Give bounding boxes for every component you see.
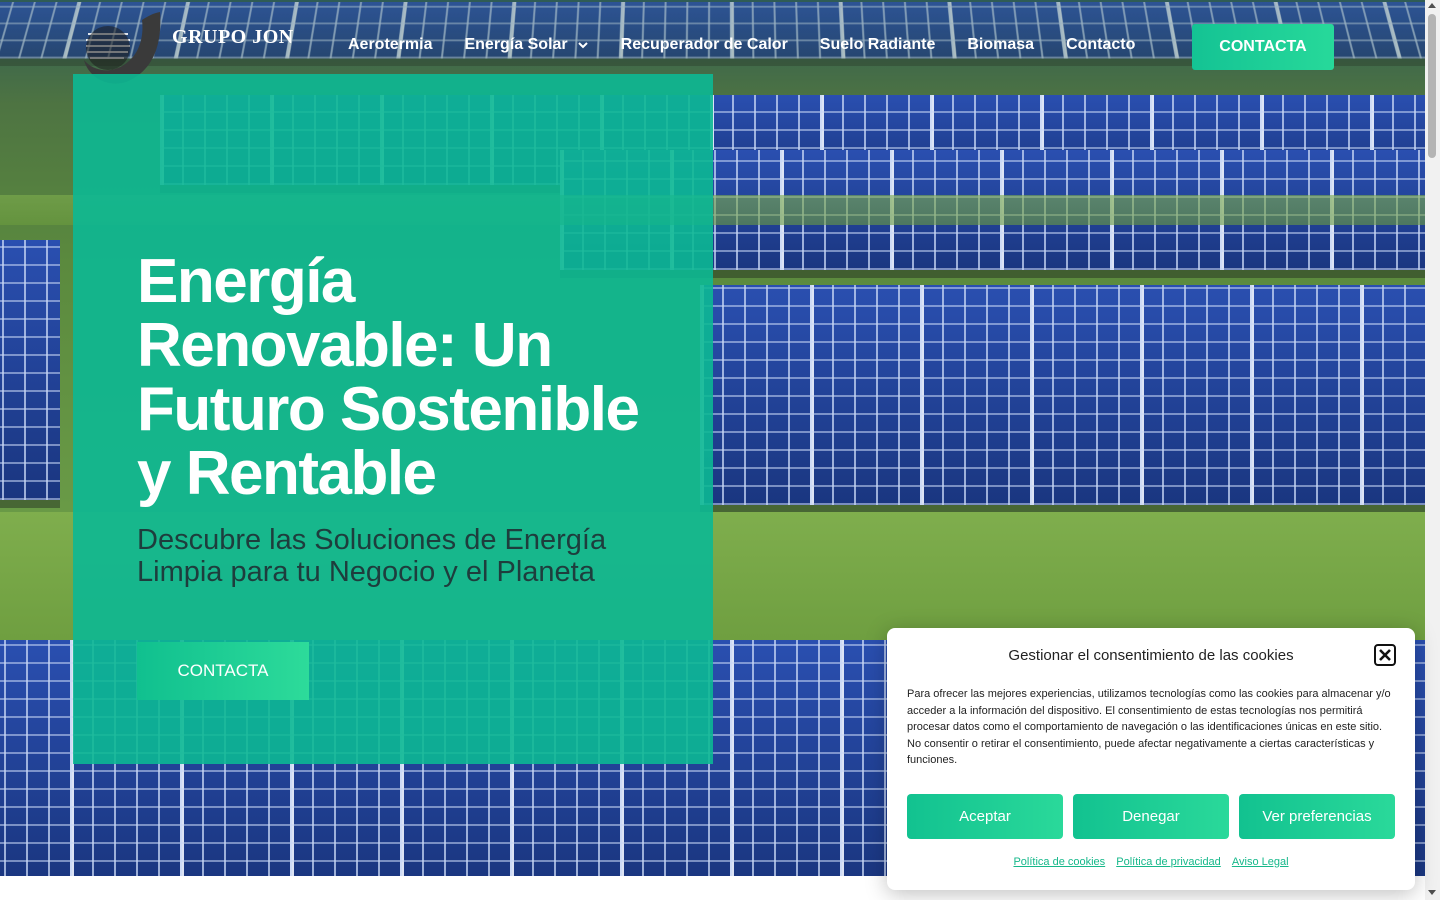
logo-text: GRUPO JON (172, 26, 294, 48)
nav-label: Recuperador de Calor (620, 36, 788, 53)
privacy-policy-link[interactable]: Política de privacidad (1116, 856, 1221, 868)
hero-subtitle: Descubre las Soluciones de Energía Limpi… (137, 524, 607, 588)
header-contacta-button[interactable]: CONTACTA (1192, 24, 1334, 70)
hero-card: Energía Renovable: Un Futuro Sostenible … (73, 74, 713, 764)
close-icon[interactable] (1374, 644, 1396, 666)
scroll-up-arrow-icon[interactable] (1428, 3, 1436, 8)
cookie-dialog-text: Para ofrecer las mejores experiencias, u… (907, 688, 1391, 766)
cookie-dialog-title: Gestionar el consentimiento de las cooki… (1008, 647, 1294, 664)
main-nav: Aerotermia Energía Solar Recuperador de … (348, 36, 1167, 54)
nav-item-contacto[interactable]: Contacto (1066, 36, 1135, 54)
nav-label: Contacto (1066, 36, 1136, 53)
nav-label: Biomasa (967, 36, 1035, 53)
nav-item-recuperador-de-calor[interactable]: Recuperador de Calor (621, 36, 788, 54)
cookie-policy-links: Política de cookies Política de privacid… (887, 856, 1415, 868)
scrollbar-thumb[interactable] (1428, 14, 1436, 158)
logo-mark-icon (84, 12, 161, 84)
page-scrollbar[interactable] (1425, 0, 1440, 900)
scroll-down-arrow-icon[interactable] (1428, 890, 1436, 895)
nav-label: Aerotermia (348, 36, 433, 53)
site-logo[interactable]: GRUPO JON (82, 8, 312, 84)
nav-item-suelo-radiante[interactable]: Suelo Radiante (820, 36, 936, 54)
nav-item-energia-solar[interactable]: Energía Solar (464, 36, 588, 54)
nav-item-aerotermia[interactable]: Aerotermia (348, 36, 432, 54)
legal-notice-link[interactable]: Aviso Legal (1232, 856, 1289, 868)
hero-title: Energía Renovable: Un Futuro Sostenible … (137, 247, 640, 508)
hero-contacta-button[interactable]: CONTACTA (137, 642, 309, 700)
cookie-accept-button[interactable]: Aceptar (907, 794, 1063, 839)
cookie-consent-dialog: Gestionar el consentimiento de las cooki… (887, 628, 1415, 890)
cookie-deny-button[interactable]: Denegar (1073, 794, 1229, 839)
cookie-preferences-button[interactable]: Ver preferencias (1239, 794, 1395, 839)
nav-label: Suelo Radiante (819, 36, 936, 53)
chevron-down-icon (577, 42, 588, 49)
nav-label: Energía Solar (464, 36, 568, 53)
nav-item-biomasa[interactable]: Biomasa (967, 36, 1034, 54)
cookie-policy-link[interactable]: Política de cookies (1013, 856, 1105, 868)
